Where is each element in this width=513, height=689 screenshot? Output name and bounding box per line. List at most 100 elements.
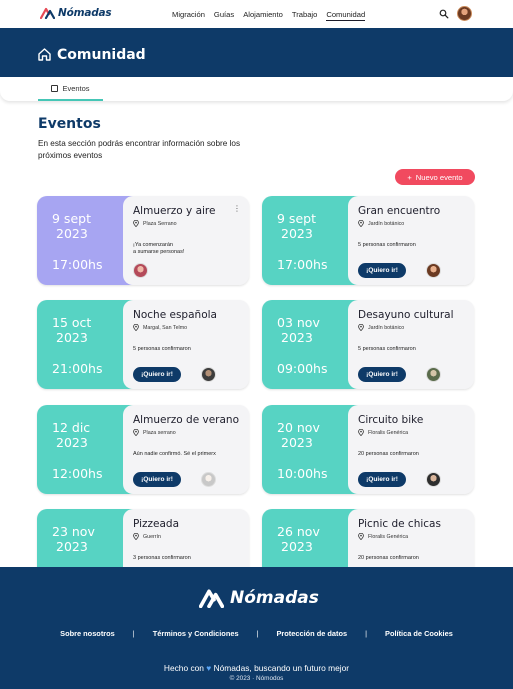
attendee-avatar[interactable] xyxy=(201,472,216,487)
event-card[interactable]: 20 nov 2023 10:00hs Circuito bike Floralis G… xyxy=(262,405,474,494)
event-year: 2023 xyxy=(281,330,313,345)
attendee-avatar[interactable] xyxy=(426,263,441,278)
event-title: Picnic de chicas xyxy=(358,518,441,530)
event-attendance: 5 personas confirmaron xyxy=(358,346,416,352)
footer-link-terminos[interactable]: Términos y Condiciones xyxy=(153,629,239,638)
search-icon[interactable] xyxy=(439,9,449,19)
attendee-avatar[interactable] xyxy=(133,263,148,278)
tab-eventos[interactable]: Eventos xyxy=(38,77,103,101)
more-options-icon[interactable]: ⋮ xyxy=(233,205,241,213)
attendee-avatar[interactable] xyxy=(426,472,441,487)
new-event-label: Nuevo evento xyxy=(415,172,463,182)
event-day: 03 nov xyxy=(277,315,320,330)
footer-separator: | xyxy=(365,629,368,638)
event-location: Floralis Genérica xyxy=(358,533,408,540)
attendee-avatar[interactable] xyxy=(426,367,441,382)
location-pin-icon xyxy=(133,533,139,540)
tab-bar: Eventos xyxy=(0,77,513,101)
nav-link-guias[interactable]: Guías xyxy=(214,10,234,21)
footer-brand-name: Nómadas xyxy=(230,588,319,608)
footer-tagline: Hecho con ♥ Nómadas, buscando un futuro … xyxy=(0,663,513,673)
event-year: 2023 xyxy=(281,435,313,450)
event-title: Almuerzo y aire xyxy=(133,205,216,217)
location-pin-icon xyxy=(358,429,364,436)
event-attendance: 3 personas confirmaron xyxy=(133,555,191,561)
event-title: Almuerzo de verano xyxy=(133,414,239,426)
event-details: Circuito bike Floralis Genérica 20 persona… xyxy=(348,405,474,494)
event-day: 9 sept xyxy=(277,211,316,226)
event-year: 2023 xyxy=(56,226,88,241)
event-attendance: 5 personas confirmaron xyxy=(358,242,416,248)
nav-link-alojamiento[interactable]: Alojamiento xyxy=(243,10,283,21)
event-card[interactable]: 9 sept 2023 17:00hs Almuerzo y aire Plaza Se… xyxy=(37,196,249,285)
event-card[interactable]: 9 sept 2023 17:00hs Gran encuentro Jardín bo… xyxy=(262,196,474,285)
event-year: 2023 xyxy=(56,330,88,345)
event-attendance: ¡Ya comenzarán a sumarse personas! xyxy=(133,242,185,255)
location-pin-icon xyxy=(358,324,364,331)
footer-logo[interactable]: Nómadas xyxy=(199,588,319,608)
event-card[interactable]: 12 dic 2023 12:00hs Almuerzo de verano Plaza… xyxy=(37,405,249,494)
event-title: Circuito bike xyxy=(358,414,424,426)
event-details: Noche española Margal, San Telmo 5 persona… xyxy=(123,300,249,389)
event-card[interactable]: 03 nov 2023 09:00hs Desayuno cultural Jardín… xyxy=(262,300,474,389)
attendee-avatar[interactable] xyxy=(201,367,216,382)
nav-link-migracion[interactable]: Migración xyxy=(172,10,205,21)
home-icon xyxy=(38,48,51,61)
heart-icon: ♥ xyxy=(206,663,212,673)
event-location: Floralis Genérica xyxy=(358,429,408,436)
page-title: Comunidad xyxy=(57,47,146,63)
brand-name: Nómadas xyxy=(58,7,112,19)
event-attendance: 20 personas confirmaron xyxy=(358,555,419,561)
event-location-text: Floralis Genérica xyxy=(368,533,409,540)
new-event-button[interactable]: + Nuevo evento xyxy=(395,169,475,185)
location-pin-icon xyxy=(358,533,364,540)
event-date-panel: 15 oct 2023 21:00hs xyxy=(37,300,133,389)
event-day: 26 nov xyxy=(277,524,320,539)
nomadas-logo-icon xyxy=(199,589,224,608)
event-location: Plaza Serrano xyxy=(133,220,177,227)
footer-links: Sobre nosotros | Términos y Condiciones … xyxy=(0,629,513,638)
event-location-text: Floralis Genérica xyxy=(368,429,409,436)
event-time: 10:00hs xyxy=(277,466,328,481)
event-time: 09:00hs xyxy=(277,361,328,376)
user-avatar[interactable] xyxy=(457,6,472,21)
event-location: Plaza serrano xyxy=(133,429,176,436)
location-pin-icon xyxy=(133,220,139,227)
footer-separator: | xyxy=(132,629,135,638)
event-details: Almuerzo de verano Plaza serrano Aún nadie… xyxy=(123,405,249,494)
event-location-text: Margal, San Telmo xyxy=(143,324,188,331)
event-date-panel: 20 nov 2023 10:00hs xyxy=(262,405,358,494)
event-card[interactable]: 15 oct 2023 21:00hs Noche española Margal, S… xyxy=(37,300,249,389)
join-event-button[interactable]: ¡Quiero ir! xyxy=(358,263,406,278)
brand-logo[interactable]: Nómadas xyxy=(40,7,112,19)
event-date-panel: 12 dic 2023 12:00hs xyxy=(37,405,133,494)
event-location: Jardín botánico xyxy=(358,324,404,331)
event-location: Guerrín xyxy=(133,533,161,540)
event-day: 12 dic xyxy=(52,420,91,435)
event-location: Margal, San Telmo xyxy=(133,324,187,331)
join-event-button[interactable]: ¡Quiero ir! xyxy=(358,367,406,382)
event-time: 12:00hs xyxy=(52,466,103,481)
footer-link-sobre-nosotros[interactable]: Sobre nosotros xyxy=(60,629,115,638)
event-attendance: 20 personas confirmaron xyxy=(358,451,419,457)
join-event-button[interactable]: ¡Quiero ir! xyxy=(133,367,181,382)
nomadas-logo-icon xyxy=(40,7,55,19)
event-date-panel: 9 sept 2023 17:00hs xyxy=(262,196,358,285)
event-title: Noche española xyxy=(133,309,217,321)
section-title: Eventos xyxy=(38,116,101,132)
join-event-button[interactable]: ¡Quiero ir! xyxy=(133,472,181,487)
footer-link-proteccion-datos[interactable]: Protección de datos xyxy=(276,629,347,638)
location-pin-icon xyxy=(358,220,364,227)
event-details: Desayuno cultural Jardín botánico 5 person… xyxy=(348,300,474,389)
event-location-text: Plaza Serrano xyxy=(143,220,177,227)
nav-link-comunidad[interactable]: Comunidad xyxy=(326,10,366,21)
nav-link-trabajo[interactable]: Trabajo xyxy=(292,10,317,21)
event-location-text: Guerrín xyxy=(143,533,161,540)
event-location-text: Jardín botánico xyxy=(368,220,405,227)
footer-link-cookies[interactable]: Política de Cookies xyxy=(385,629,453,638)
event-location-text: Jardín botánico xyxy=(368,324,405,331)
join-event-button[interactable]: ¡Quiero ir! xyxy=(358,472,406,487)
event-day: 9 sept xyxy=(52,211,91,226)
event-location-text: Plaza serrano xyxy=(143,429,176,436)
event-time: 17:00hs xyxy=(52,257,103,272)
